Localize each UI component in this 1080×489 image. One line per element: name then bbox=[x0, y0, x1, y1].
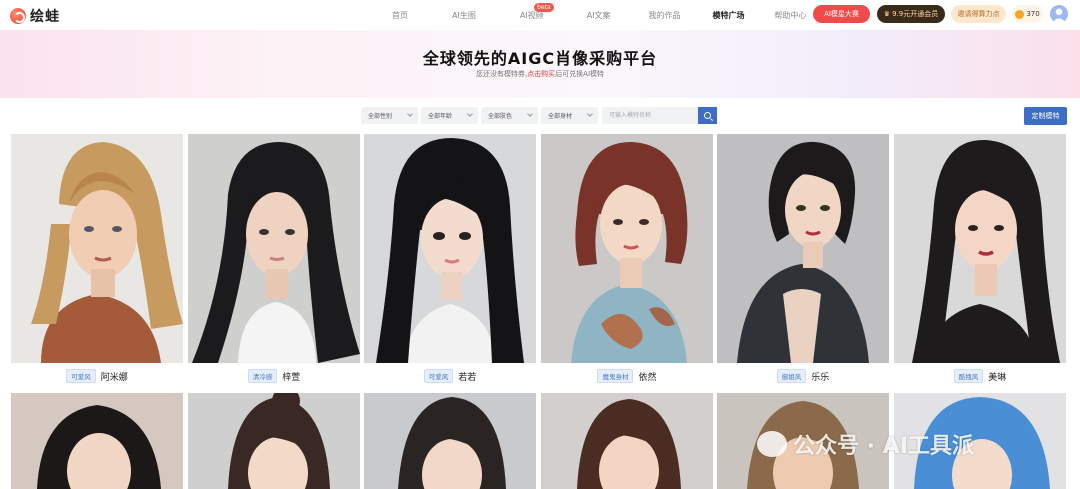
top-nav: 绘蛙 首页 AI生图 AI视频 beta AI文案 我的作品 模特广场 帮助中心 … bbox=[0, 0, 1080, 30]
nav-item-my-works[interactable]: 我的作品 bbox=[649, 10, 681, 21]
main-menu: 首页 AI生图 AI视频 beta AI文案 我的作品 模特广场 帮助中心 bbox=[372, 0, 807, 30]
model-photo bbox=[541, 393, 713, 489]
wechat-icon bbox=[757, 431, 787, 457]
model-caption: 御姐风 乐乐 bbox=[717, 368, 889, 384]
model-name: 依然 bbox=[638, 372, 657, 383]
chevron-down-icon bbox=[587, 111, 593, 117]
style-tag: 可爱风 bbox=[423, 369, 454, 383]
gender-filter[interactable]: 全部性别 bbox=[361, 107, 418, 124]
points-badge[interactable]: 370 bbox=[1012, 5, 1043, 23]
logo-text: 绘蛙 bbox=[30, 9, 60, 25]
skin-filter-label: 全部肤色 bbox=[488, 113, 513, 120]
age-filter-label: 全部年龄 bbox=[428, 113, 453, 120]
chevron-down-icon bbox=[527, 111, 533, 117]
beta-badge: beta bbox=[534, 2, 554, 12]
chevron-down-icon bbox=[467, 111, 473, 117]
crown-icon: ♛ bbox=[883, 10, 891, 18]
coin-icon bbox=[1015, 9, 1025, 19]
model-caption: 魔鬼身材 依然 bbox=[541, 368, 713, 384]
model-caption: 酷拽风 美琳 bbox=[894, 368, 1066, 384]
custom-model-button[interactable]: 定制模特 bbox=[1024, 107, 1067, 125]
nav-item-home[interactable]: 首页 bbox=[392, 10, 408, 21]
subtitle-text-pre: 您还没有模特券, bbox=[475, 70, 528, 78]
model-photo bbox=[364, 393, 536, 489]
model-photo bbox=[188, 134, 360, 363]
style-tag: 清冷感 bbox=[247, 369, 278, 383]
model-name: 梓萱 bbox=[282, 372, 301, 383]
model-photo bbox=[11, 134, 183, 363]
page-title: 全球领先的AIGC肖像采购平台 bbox=[422, 49, 658, 68]
style-tag: 御姐风 bbox=[776, 369, 807, 383]
contest-label: AI模星大赛 bbox=[824, 10, 859, 18]
logo-icon bbox=[10, 8, 26, 24]
model-photo bbox=[11, 393, 183, 489]
model-photo bbox=[894, 134, 1066, 363]
watermark-text: 公众号 · AI工具派 bbox=[793, 434, 974, 459]
model-name: 乐乐 bbox=[811, 372, 830, 383]
model-caption: 清冷感 梓萱 bbox=[188, 368, 360, 384]
chevron-down-icon bbox=[407, 111, 413, 117]
invite-label: 邀请得算力点 bbox=[957, 10, 1000, 18]
nav-item-model-plaza[interactable]: 模特广场 bbox=[713, 10, 745, 21]
model-name: 美琳 bbox=[988, 372, 1007, 383]
model-photo bbox=[717, 134, 889, 363]
contest-button[interactable]: AI模星大赛 bbox=[813, 5, 870, 23]
nav-item-ai-video[interactable]: AI视频 beta bbox=[519, 2, 554, 21]
body-filter-label: 全部身材 bbox=[548, 113, 573, 120]
style-tag: 可爱风 bbox=[66, 369, 96, 383]
model-caption: 可爱风 阿米娜 bbox=[11, 368, 183, 384]
model-name: 阿米娜 bbox=[100, 372, 128, 383]
model-photo bbox=[364, 134, 536, 363]
model-photo bbox=[188, 393, 360, 489]
hero-subtitle: 您还没有模特券,点击购买后可兑换AI模特 bbox=[0, 69, 1080, 79]
nav-item-ai-copy[interactable]: AI文案 bbox=[587, 10, 611, 21]
hero-banner: 全球领先的AIGC肖像采购平台 您还没有模特券,点击购买后可兑换AI模特 bbox=[0, 30, 1080, 98]
style-tag: 酷拽风 bbox=[953, 369, 984, 383]
age-filter[interactable]: 全部年龄 bbox=[421, 107, 478, 124]
style-tag: 魔鬼身材 bbox=[597, 369, 634, 383]
search-input[interactable] bbox=[602, 107, 698, 124]
nav-item-ai-image[interactable]: AI生图 bbox=[452, 10, 476, 21]
search-icon bbox=[704, 112, 711, 119]
model-caption: 可爱风 若若 bbox=[364, 368, 536, 384]
member-label: 9.9元开通会员 bbox=[892, 10, 939, 18]
buy-link[interactable]: 点击购买 bbox=[527, 70, 555, 78]
member-button[interactable]: ♛ 9.9元开通会员 bbox=[877, 5, 945, 23]
logo[interactable]: 绘蛙 bbox=[10, 6, 60, 26]
model-name: 若若 bbox=[458, 372, 477, 383]
model-photo bbox=[541, 134, 713, 363]
nav-item-help[interactable]: 帮助中心 bbox=[775, 10, 807, 21]
search-button[interactable] bbox=[698, 107, 717, 124]
watermark: 公众号 · AI工具派 bbox=[757, 428, 974, 460]
subtitle-text-post: 后可兑换AI模特 bbox=[555, 70, 605, 78]
points-value: 370 bbox=[1026, 10, 1040, 18]
nav-item-ai-video-label: AI视频 bbox=[519, 10, 544, 20]
skin-filter[interactable]: 全部肤色 bbox=[481, 107, 538, 124]
gender-filter-label: 全部性别 bbox=[368, 113, 393, 120]
body-filter[interactable]: 全部身材 bbox=[541, 107, 598, 124]
invite-button[interactable]: 邀请得算力点 bbox=[951, 5, 1006, 23]
avatar[interactable] bbox=[1050, 5, 1068, 23]
